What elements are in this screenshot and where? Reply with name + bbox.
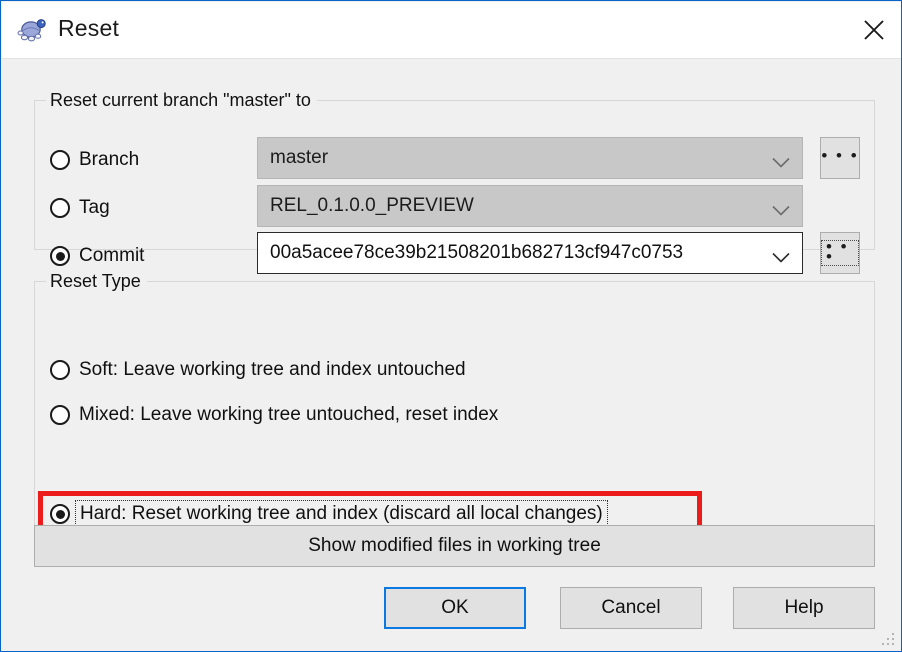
- ok-button-label: OK: [441, 597, 469, 618]
- help-button-label: Help: [784, 597, 824, 618]
- tortoisegit-turtle-icon: [16, 14, 50, 48]
- branch-browse-button[interactable]: • • •: [820, 137, 860, 179]
- cancel-button-label: Cancel: [601, 597, 661, 618]
- radio-branch-label: Branch: [79, 149, 140, 170]
- radio-commit-indicator: [50, 246, 70, 266]
- radio-tag[interactable]: Tag: [50, 197, 110, 219]
- tag-combobox-value: REL_0.1.0.0_PREVIEW: [270, 195, 474, 216]
- radio-soft-indicator: [50, 360, 70, 380]
- help-button[interactable]: Help: [733, 587, 875, 629]
- tag-combobox[interactable]: REL_0.1.0.0_PREVIEW: [257, 185, 803, 227]
- branch-browse-label: • • •: [821, 146, 859, 165]
- branch-combobox-value: master: [270, 147, 329, 168]
- radio-commit[interactable]: Commit: [50, 245, 144, 267]
- radio-branch-indicator: [50, 150, 70, 170]
- commit-combobox-value: 00a5acee78ce39b21508201b682713cf947c0753: [270, 242, 684, 263]
- close-icon[interactable]: [846, 2, 901, 58]
- radio-commit-label: Commit: [79, 245, 145, 266]
- radio-mixed-indicator: [50, 405, 70, 425]
- show-modified-files-label: Show modified files in working tree: [308, 535, 601, 556]
- window-title: Reset: [58, 15, 120, 41]
- resize-grip[interactable]: [882, 633, 896, 647]
- commit-browse-button[interactable]: • • •: [820, 232, 860, 274]
- reset-dialog-window: Reset Reset current branch "master" to B…: [0, 0, 902, 652]
- chevron-down-icon: [772, 248, 790, 263]
- radio-soft-label: Soft: Leave working tree and index untou…: [79, 359, 466, 380]
- show-modified-files-button[interactable]: Show modified files in working tree: [34, 525, 875, 567]
- radio-hard[interactable]: Hard: Reset working tree and index (disc…: [50, 500, 608, 528]
- chevron-down-icon: [772, 201, 790, 216]
- dialog-body: Reset current branch "master" to Branch …: [2, 59, 901, 651]
- radio-hard-indicator: [50, 504, 70, 524]
- radio-soft[interactable]: Soft: Leave working tree and index untou…: [50, 359, 466, 381]
- ok-button[interactable]: OK: [384, 587, 526, 629]
- chevron-down-icon: [772, 153, 790, 168]
- radio-mixed-label: Mixed: Leave working tree untouched, res…: [79, 404, 499, 425]
- radio-tag-label: Tag: [79, 197, 110, 218]
- source-group-label: Reset current branch "master" to: [46, 90, 317, 111]
- title-bar: Reset: [2, 2, 901, 59]
- radio-hard-label: Hard: Reset working tree and index (disc…: [75, 500, 608, 528]
- commit-combobox[interactable]: 00a5acee78ce39b21508201b682713cf947c0753: [257, 232, 803, 274]
- reset-type-group-label: Reset Type: [46, 271, 147, 292]
- cancel-button[interactable]: Cancel: [560, 587, 702, 629]
- branch-combobox[interactable]: master: [257, 137, 803, 179]
- radio-branch[interactable]: Branch: [50, 149, 139, 171]
- commit-browse-label: • • •: [821, 238, 859, 266]
- radio-mixed[interactable]: Mixed: Leave working tree untouched, res…: [50, 404, 498, 426]
- radio-tag-indicator: [50, 198, 70, 218]
